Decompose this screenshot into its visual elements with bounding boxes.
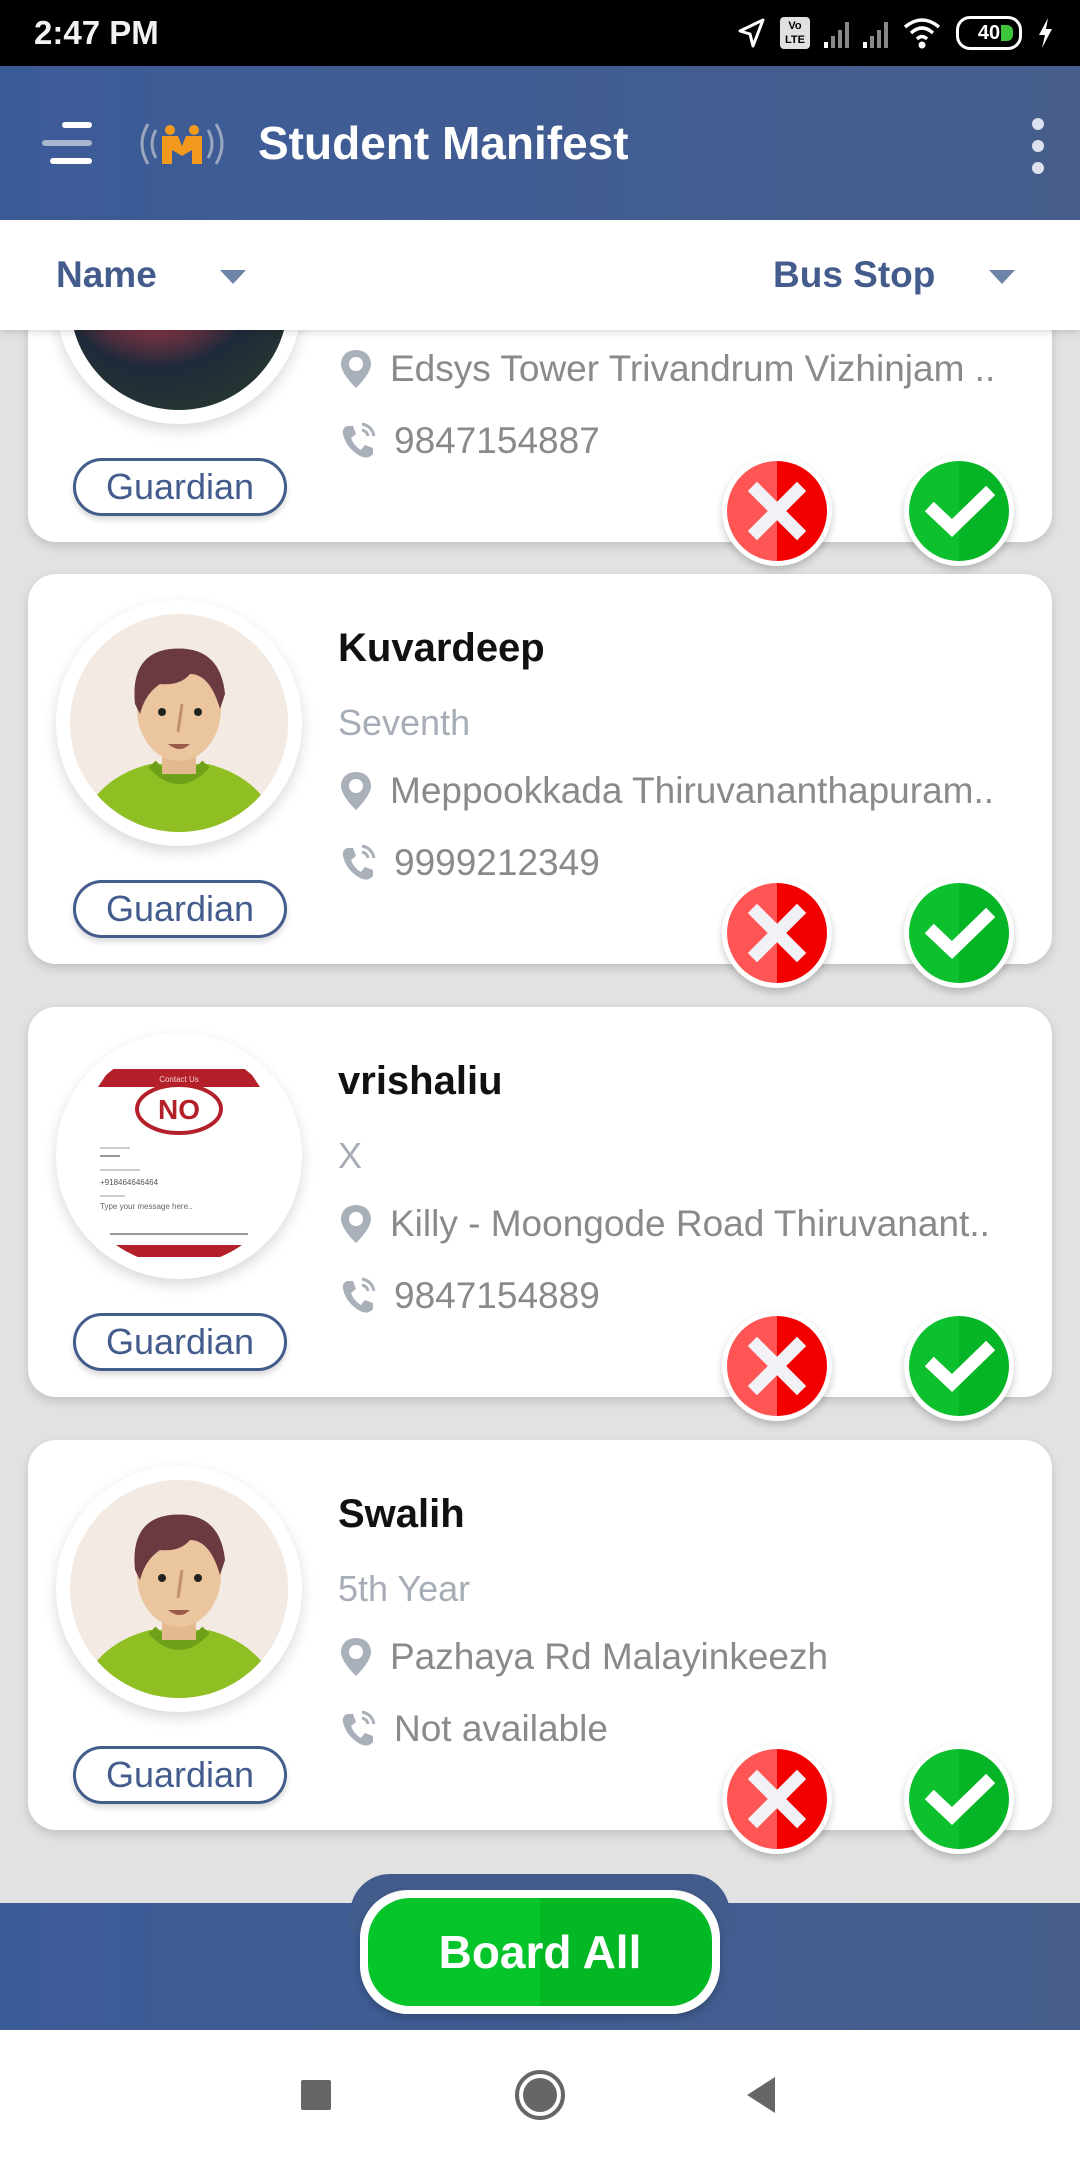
thumb-header: Contact Us [159,1075,199,1084]
student-card: Edsys Tower Trivandrum Vizhinjam .. 9847… [28,330,1052,566]
home-button[interactable] [470,2030,610,2160]
guardian-button[interactable]: Guardian [73,1746,287,1804]
back-triangle-icon [747,2077,775,2113]
bus-stop-filter-label: Bus Stop [773,254,936,295]
contact-form-thumbnail: Contact Us NO +918464646464 Type your me… [70,1047,288,1265]
close-icon [747,1769,807,1829]
status-icons: Vo LTE 40 [736,14,1054,52]
student-location: Meppookkada Thiruvananthapuram.. [338,770,994,812]
check-icon [924,1340,996,1392]
wifi-icon [903,18,941,49]
student-location: Pazhaya Rd Malayinkeezh [338,1636,828,1678]
student-phone-text: Not available [394,1708,608,1749]
charging-icon [1039,18,1052,48]
battery-icon: 40 [956,16,1022,50]
student-phone[interactable]: Not available [338,1708,608,1750]
student-name: Kuvardeep [338,626,545,670]
name-filter-dropdown[interactable]: Name [56,254,256,296]
more-vert-icon[interactable] [1026,118,1050,174]
hamburger-menu-icon[interactable] [40,118,96,168]
recents-square-icon [301,2080,331,2110]
student-class: X [338,1135,363,1176]
boy-avatar-icon [70,1480,288,1698]
signal-icon [824,18,849,48]
check-icon [924,907,996,959]
mark-absent-button[interactable] [722,456,832,566]
status-bar: 2:47 PM Vo LTE 40 [0,0,1080,66]
location-pin-icon [341,1638,371,1676]
student-phone[interactable]: 9847154887 [338,420,600,462]
student-avatar[interactable] [56,600,302,846]
check-icon [924,1773,996,1825]
student-list[interactable]: Edsys Tower Trivandrum Vizhinjam .. 9847… [0,330,1080,1905]
boy-avatar-icon [70,614,288,832]
phone-icon [342,422,376,458]
location-pin-icon [341,350,371,388]
mark-boarded-button[interactable] [904,456,1014,566]
recents-button[interactable] [246,2030,386,2160]
location-arrow-icon [738,18,765,48]
student-location-text: Pazhaya Rd Malayinkeezh [390,1636,829,1677]
student-phone-text: 9847154889 [394,1275,600,1316]
student-name: Swalih [338,1492,465,1536]
app-logo-icon [140,123,224,165]
student-location: Edsys Tower Trivandrum Vizhinjam .. [338,348,995,390]
battery-level: 40 [977,21,1001,44]
phone-icon [342,1710,376,1746]
home-circle-icon [515,2070,565,2120]
signal-icon-2 [863,18,888,48]
check-icon [924,485,996,537]
close-icon [747,903,807,963]
phone-icon [342,844,376,880]
chevron-down-icon [220,270,246,284]
student-phone-text: 9847154887 [394,420,600,461]
system-nav-bar [0,2030,1080,2160]
filter-bar: Name Bus Stop [0,220,1080,330]
status-time: 2:47 PM [34,14,159,51]
mark-absent-button[interactable] [722,1744,832,1854]
app-bar: Student Manifest [0,66,1080,220]
thumb-message: Type your message here.. [100,1202,193,1211]
student-avatar[interactable]: Contact Us NO +918464646464 Type your me… [56,1033,302,1279]
mark-absent-button[interactable] [722,878,832,988]
guardian-button[interactable]: Guardian [73,880,287,938]
student-phone-text: 9999212349 [394,842,600,883]
mark-boarded-button[interactable] [904,1311,1014,1421]
student-phone[interactable]: 9847154889 [338,1275,600,1317]
close-icon [747,1336,807,1396]
thumb-badge: NO [158,1094,200,1125]
mark-absent-button[interactable] [722,1311,832,1421]
close-icon [747,481,807,541]
location-pin-icon [341,1205,371,1243]
back-button[interactable] [690,2030,830,2160]
app-title: Student Manifest [258,117,629,169]
board-all-label: Board All [368,1898,712,2006]
student-location-text: Meppookkada Thiruvananthapuram.. [390,770,995,811]
thumb-phone: +918464646464 [100,1178,159,1187]
guardian-button[interactable]: Guardian [73,1313,287,1371]
student-card: Swalih 5th Year Pazhaya Rd Malayinkeezh … [28,1440,1052,1854]
location-pin-icon [341,772,371,810]
student-card: Contact Us NO +918464646464 Type your me… [28,1007,1052,1421]
chevron-down-icon [989,270,1015,284]
phone-icon [342,1277,376,1313]
mark-boarded-button[interactable] [904,1744,1014,1854]
student-location-text: Edsys Tower Trivandrum Vizhinjam .. [390,348,996,389]
student-class: Seventh [338,702,471,743]
guardian-button[interactable]: Guardian [73,458,287,516]
bus-stop-filter-dropdown[interactable]: Bus Stop [773,254,1033,296]
student-location: Killy - Moongode Road Thiruvanant.. [338,1203,990,1245]
volte-icon: Vo LTE [780,17,810,49]
student-phone[interactable]: 9999212349 [338,842,600,884]
name-filter-label: Name [56,254,157,295]
mark-boarded-button[interactable] [904,878,1014,988]
student-avatar[interactable] [56,330,302,424]
student-location-text: Killy - Moongode Road Thiruvanant.. [390,1203,990,1244]
student-avatar[interactable] [56,1466,302,1712]
board-all-button[interactable]: Board All [360,1890,720,2014]
student-class: 5th Year [338,1568,471,1609]
student-name: vrishaliu [338,1059,503,1103]
student-card: Kuvardeep Seventh Meppookkada Thiruvanan… [28,574,1052,988]
